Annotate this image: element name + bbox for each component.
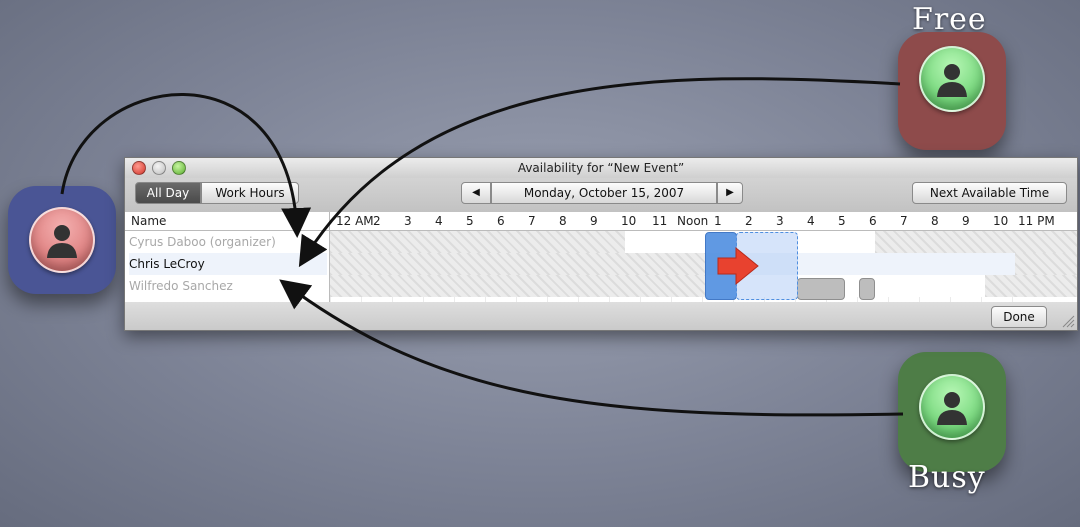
arrow-free-to-chris [298,77,901,268]
annotation-arrows [60,77,904,417]
arrow-busy-to-wilfredo [279,279,904,417]
arrow-to-organizer [60,93,312,238]
